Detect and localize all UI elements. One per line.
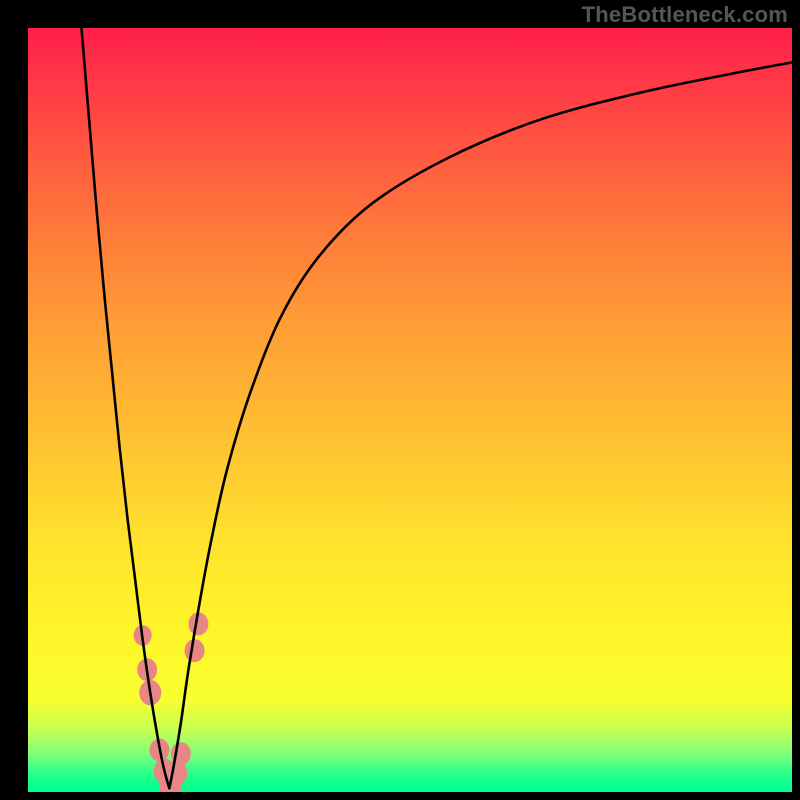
marker-point bbox=[185, 639, 205, 662]
chart-frame: TheBottleneck.com bbox=[0, 0, 800, 800]
curve-right-branch bbox=[169, 62, 792, 788]
watermark-label: TheBottleneck.com bbox=[582, 2, 788, 28]
chart-svg bbox=[28, 28, 792, 792]
plot-area bbox=[28, 28, 792, 792]
marker-group bbox=[134, 612, 209, 792]
